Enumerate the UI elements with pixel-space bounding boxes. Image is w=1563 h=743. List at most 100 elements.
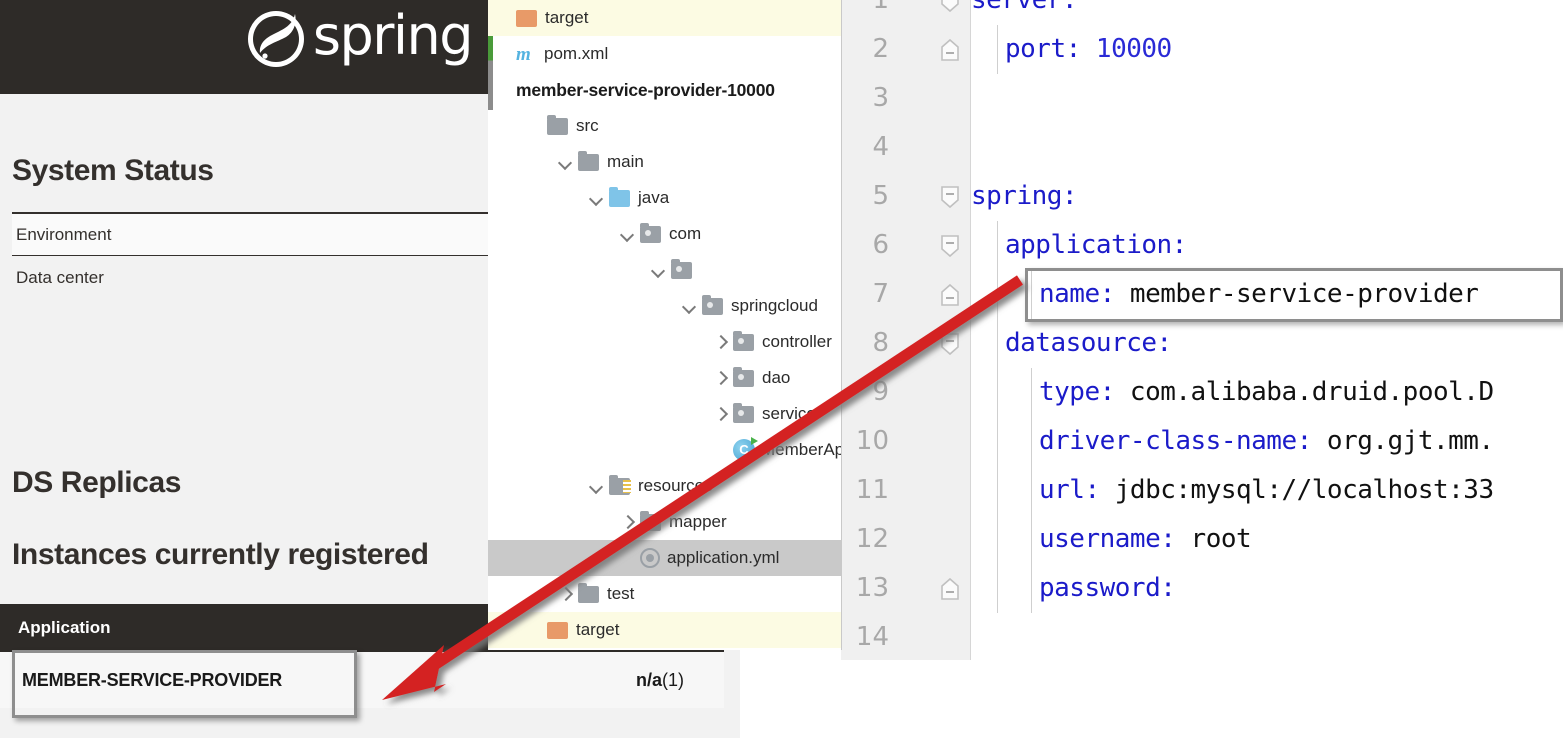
editor-bottom-filler [841,660,1563,738]
folder-package-icon [733,330,754,351]
code-key: password: [1039,573,1176,603]
fold-start-icon[interactable] [939,221,961,270]
tree-item-label: resources [638,476,713,495]
code-text: server: [971,0,1078,25]
chevron-placeholder-icon [620,550,636,566]
fold-start-icon[interactable] [939,172,961,221]
spring-wordmark: spring [312,4,474,67]
tree-item-main[interactable]: main [488,144,841,180]
indent-guide [997,319,998,368]
indent-guide [997,221,998,270]
indent-guide [997,25,998,74]
chevron-right-icon[interactable] [558,586,574,602]
chevron-placeholder-icon [496,46,512,62]
code-key: application: [1005,230,1187,260]
fold-end-icon[interactable] [939,270,961,319]
code-text: type: com.alibaba.druid.pool.D [1039,368,1494,417]
tree-item-label: com [669,224,702,243]
code-line-8[interactable]: 8 datasource: [841,319,1563,368]
code-line-3[interactable]: 3 [841,74,1563,123]
folder-package-icon [640,222,661,243]
folder-orange-icon [516,9,537,27]
line-number: 9 [872,377,889,407]
tree-item-label: target [545,8,589,27]
code-key: spring: [971,181,1078,211]
code-text: application: [1005,221,1187,270]
code-line-1[interactable]: 1 server: [841,0,1563,25]
code-line-11[interactable]: 11 url: jdbc:mysql://localhost:33 [841,466,1563,515]
code-value: root [1190,524,1252,554]
status-row-data-center: Data center [12,256,494,300]
chevron-placeholder-icon [527,118,543,134]
folder-blue-icon [609,186,630,207]
code-line-14[interactable]: 14 [841,613,1563,660]
fold-start-icon[interactable] [939,319,961,368]
tree-item-target[interactable]: target [488,612,841,648]
tree-item-src[interactable]: src [488,108,841,144]
chevron-down-icon[interactable] [651,262,667,278]
tree-item-mapper[interactable]: mapper [488,504,841,540]
chevron-right-icon[interactable] [713,334,729,350]
project-tree-panel[interactable]: target m pom.xml member-service-provider-10… [488,0,842,650]
indent-guide [997,417,998,466]
tree-item-pom-xml[interactable]: m pom.xml [488,36,841,72]
code-line-5[interactable]: 5 spring: [841,172,1563,221]
application-name-highlight-box [12,650,357,718]
indent-guide [997,515,998,564]
chevron-right-icon[interactable] [620,514,636,530]
fold-end-icon[interactable] [939,564,961,613]
code-value: com.alibaba.druid.pool.D [1129,377,1494,407]
fold-start-icon[interactable] [939,0,961,25]
tree-item-unnamed-7[interactable] [488,252,841,288]
chevron-down-icon[interactable] [682,298,698,314]
indent-guide [1031,466,1032,515]
chevron-down-icon[interactable] [589,478,605,494]
tree-item-resources[interactable]: resources [488,468,841,504]
code-line-9[interactable]: 9 type: com.alibaba.druid.pool.D [841,368,1563,417]
chevron-right-icon[interactable] [713,370,729,386]
tree-item-memberappl[interactable]: CMemberAppl [488,432,841,468]
chevron-down-icon[interactable] [589,190,605,206]
tree-item-com[interactable]: com [488,216,841,252]
line-number: 5 [872,181,889,211]
code-line-13[interactable]: 13 password: [841,564,1563,613]
code-text: datasource: [1005,319,1172,368]
ds-replicas-heading: DS Replicas [12,466,182,499]
eureka-header-bar: spring [0,0,490,94]
code-line-2[interactable]: 2 port: 10000 [841,25,1563,74]
indent-guide [1031,515,1032,564]
tree-item-application-yml[interactable]: application.yml [488,540,841,576]
folder-grey-icon [578,582,599,603]
line-number: 1 [872,0,889,15]
tree-item-springcloud[interactable]: springcloud [488,288,841,324]
indent-guide [997,270,998,319]
chevron-right-icon[interactable] [713,406,729,422]
tree-item-label: main [607,152,644,171]
chevron-down-icon[interactable] [620,226,636,242]
code-text: port: 10000 [1005,25,1172,74]
tree-item-dao[interactable]: dao [488,360,841,396]
tree-item-java[interactable]: java [488,180,841,216]
code-line-6[interactable]: 6 application: [841,221,1563,270]
code-value: 10000 [1095,34,1172,64]
tree-item-target[interactable]: target [488,0,841,36]
indent-guide [1031,564,1032,613]
code-line-4[interactable]: 4 [841,123,1563,172]
spring-leaf-icon [245,8,307,70]
line-number: 4 [872,132,889,162]
code-text: url: jdbc:mysql://localhost:33 [1039,466,1494,515]
code-value: org.gjt.mm. [1326,426,1494,456]
code-line-10[interactable]: 10 driver-class-name: org.gjt.mm. [841,417,1563,466]
tree-item-service[interactable]: service [488,396,841,432]
fold-end-icon[interactable] [939,25,961,74]
tree-item-member-service-provider-10000[interactable]: member-service-provider-10000 [488,72,841,108]
instances-registered-heading: Instances currently registered [12,538,429,571]
folder-package-icon [733,366,754,387]
tree-item-label: src [576,116,599,135]
chevron-down-icon[interactable] [558,154,574,170]
code-editor-panel[interactable]: 1 server: 2 port: 10000 3 4 5 spring: 6 applicati… [841,0,1563,660]
folder-grey-icon [640,510,661,531]
tree-item-test[interactable]: test [488,576,841,612]
code-line-12[interactable]: 12 username: root [841,515,1563,564]
tree-item-controller[interactable]: controller [488,324,841,360]
